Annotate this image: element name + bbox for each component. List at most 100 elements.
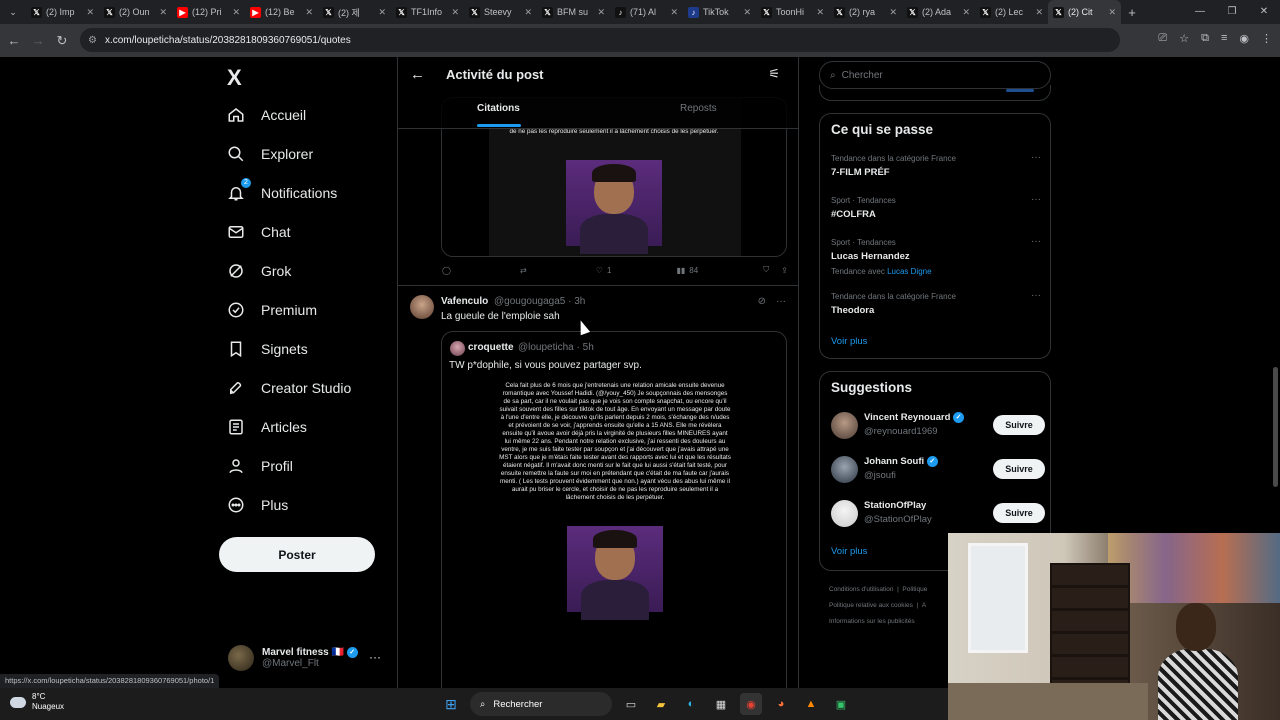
maximize-icon[interactable]: ❐ — [1216, 0, 1248, 24]
tab-close-icon[interactable]: ✕ — [159, 7, 167, 18]
follow-button[interactable]: Suivre — [993, 503, 1045, 523]
tab-citations[interactable]: Citations — [477, 103, 520, 114]
author-name[interactable]: Vafenculo — [441, 296, 488, 307]
footer-link[interactable]: Politique — [902, 586, 927, 593]
tab-close-icon[interactable]: ✕ — [816, 7, 824, 18]
footer-link[interactable]: Informations sur les publicités — [829, 618, 915, 625]
windows-start-icon[interactable]: ⊞ — [440, 693, 462, 715]
tab-close-icon[interactable]: ✕ — [1108, 7, 1116, 18]
nav-item-articles[interactable]: Articles — [227, 416, 307, 438]
more-icon[interactable]: ··· — [1031, 194, 1041, 205]
browser-tab[interactable]: 𝕏 BFM su ✕ — [537, 0, 610, 24]
tab-close-icon[interactable]: ✕ — [597, 7, 605, 18]
browser-tab[interactable]: ▶ (12) Be ✕ — [245, 0, 318, 24]
edge-icon[interactable]: ◐ — [680, 693, 702, 715]
more-icon[interactable]: ··· — [1031, 152, 1041, 163]
quoted-image[interactable]: Cela fait plus de 6 mois que j'entretena… — [489, 376, 741, 688]
video-thumbnail[interactable] — [567, 526, 663, 620]
reload-icon[interactable]: ↻ — [50, 33, 74, 49]
tab-close-icon[interactable]: ✕ — [524, 7, 532, 18]
see-more-link[interactable]: Voir plus — [831, 546, 867, 557]
browser-tab[interactable]: ♪ (71) Al ✕ — [610, 0, 683, 24]
avatar[interactable] — [831, 412, 858, 439]
vlc-icon[interactable]: ▲ — [800, 693, 822, 715]
see-more-link[interactable]: Voir plus — [831, 336, 867, 347]
browser-tab[interactable]: 𝕏 TF1Info ✕ — [391, 0, 464, 24]
forward-icon[interactable]: → — [26, 33, 50, 48]
browser-tab[interactable]: 𝕏 (2) Imp ✕ — [26, 0, 99, 24]
minimize-icon[interactable]: — — [1184, 0, 1216, 24]
bookmark-star-icon[interactable]: ☆ — [1179, 32, 1189, 45]
follow-button[interactable]: Suivre — [993, 459, 1045, 479]
x-logo[interactable]: X — [227, 65, 242, 91]
share-icon[interactable]: ⇪ — [781, 266, 788, 275]
browser-tab[interactable]: 𝕏 (2) Lec ✕ — [975, 0, 1048, 24]
repost-icon[interactable]: ⇄ — [520, 266, 531, 275]
quoted-tweet[interactable]: croquette @loupeticha · 5h TW p*dophile,… — [441, 331, 787, 688]
url-bar[interactable]: ⚙ x.com/loupeticha/status/20382818093607… — [80, 28, 1120, 52]
browser-tab[interactable]: 𝕏 (2) Oun ✕ — [99, 0, 172, 24]
tab-close-icon[interactable]: ✕ — [962, 7, 970, 18]
trend-item[interactable]: Tendance dans la catégorie France Theodor… — [831, 290, 1041, 316]
avatar[interactable] — [831, 456, 858, 483]
grok-icon[interactable]: ⊘ — [758, 296, 766, 307]
tab-reposts[interactable]: Reposts — [680, 103, 717, 114]
nav-item-profil[interactable]: Profil — [227, 455, 293, 477]
suggested-account[interactable]: Johann Soufi ✓ @jsoufi Suivre — [831, 456, 1045, 484]
browser-tab[interactable]: 𝕏 ToonHi ✕ — [756, 0, 829, 24]
tab-close-icon[interactable]: ✕ — [743, 7, 751, 18]
suggested-account[interactable]: StationOfPlay @StationOfPlay Suivre — [831, 500, 1045, 528]
back-arrow-icon[interactable]: ← — [410, 66, 425, 83]
nav-item-explorer[interactable]: Explorer — [227, 143, 313, 165]
store-icon[interactable]: ▦ — [710, 693, 732, 715]
media-icon[interactable]: ≡ — [1221, 32, 1227, 45]
extensions-icon[interactable]: ⧉ — [1201, 32, 1209, 45]
footer-link[interactable]: Politique relative aux cookies — [829, 602, 913, 609]
more-icon[interactable]: ··· — [1031, 236, 1041, 247]
tab-close-icon[interactable]: ✕ — [670, 7, 678, 18]
nav-item-premium[interactable]: Premium — [227, 299, 317, 321]
app-icon[interactable]: ▣ — [830, 693, 852, 715]
avatar[interactable] — [831, 500, 858, 527]
views-icon[interactable]: ▮▮ 84 — [676, 266, 698, 275]
post-button[interactable]: Poster — [219, 537, 375, 572]
nav-item-accueil[interactable]: Accueil — [227, 104, 306, 126]
tab-close-icon[interactable]: ✕ — [451, 7, 459, 18]
more-icon[interactable]: ··· — [1031, 290, 1041, 301]
file-explorer-icon[interactable]: ▰ — [650, 693, 672, 715]
author-handle[interactable]: @gougougaga5 — [494, 296, 565, 307]
weather-widget[interactable]: 8°C Nuageux — [10, 692, 64, 712]
browser-tab[interactable]: 𝕏 Steevy ✕ — [464, 0, 537, 24]
trend-item[interactable]: Sport · Tendances #COLFRA ··· — [831, 194, 1041, 220]
bookmark-icon[interactable]: ⛉ — [763, 265, 769, 275]
video-thumbnail[interactable] — [566, 160, 662, 254]
nav-item-creator-studio[interactable]: Creator Studio — [227, 377, 351, 399]
browser-tab[interactable]: ♪ TikTok ✕ — [683, 0, 756, 24]
follow-button[interactable]: Suivre — [993, 415, 1045, 435]
tab-close-icon[interactable]: ✕ — [305, 7, 313, 18]
browser-tab[interactable]: 𝕏 (2) Ada ✕ — [902, 0, 975, 24]
task-view-icon[interactable]: ▭ — [620, 693, 642, 715]
footer-link[interactable]: A — [922, 602, 926, 609]
nav-item-chat[interactable]: Chat — [227, 221, 291, 243]
tweet-time[interactable]: 3h — [574, 296, 585, 307]
tab-close-icon[interactable]: ✕ — [889, 7, 897, 18]
browser-tab[interactable]: ▶ (12) Pri ✕ — [172, 0, 245, 24]
browser-tab[interactable]: 𝕏 (2) rya ✕ — [829, 0, 902, 24]
nav-item-notifications[interactable]: 2 Notifications — [227, 178, 337, 204]
reply-icon[interactable]: ◯ — [442, 266, 455, 275]
taskbar-search[interactable]: ⌕ Rechercher — [470, 692, 612, 716]
firefox-icon[interactable]: ◕ — [770, 693, 792, 715]
chrome-icon[interactable]: ◉ — [740, 693, 762, 715]
profile-icon[interactable]: ◉ — [1239, 32, 1249, 45]
install-icon[interactable]: ⎚ — [1158, 32, 1167, 45]
tab-close-icon[interactable]: ✕ — [232, 7, 240, 18]
nav-item-grok[interactable]: Grok — [227, 260, 291, 282]
search-input[interactable]: ⌕ Chercher — [819, 61, 1051, 89]
trend-item[interactable]: Sport · Tendances Lucas Hernandez Tendance… — [831, 236, 1041, 276]
more-icon[interactable]: ··· — [776, 296, 786, 307]
tab-close-icon[interactable]: ✕ — [1035, 7, 1043, 18]
nav-item-signets[interactable]: Signets — [227, 338, 308, 360]
trend-item[interactable]: Tendance dans la catégorie France 7-FILM … — [831, 152, 1041, 178]
like-icon[interactable]: ♡ 1 — [596, 266, 612, 275]
